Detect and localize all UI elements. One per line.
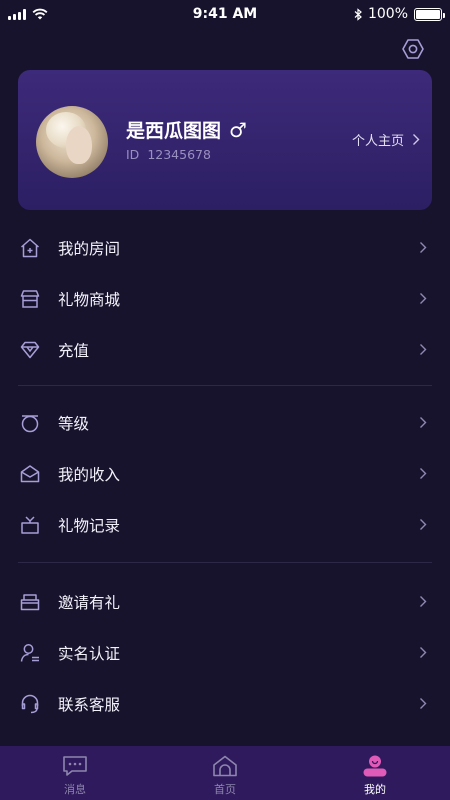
profile-name-row: 是西瓜图图 ♂ xyxy=(126,116,247,143)
menu-divider xyxy=(18,562,432,563)
profile-card[interactable]: 是西瓜图图 ♂ ID 12345678 个人主页 xyxy=(18,70,432,210)
menu-label: 等级 xyxy=(58,414,90,433)
chevron-right-icon xyxy=(418,697,428,711)
tab-messages[interactable]: 消息 xyxy=(0,746,150,800)
menu-label: 我的房间 xyxy=(58,239,121,258)
tab-home[interactable]: 首页 xyxy=(150,746,300,800)
chevron-right-icon xyxy=(418,343,428,357)
avatar-face xyxy=(66,126,92,164)
envelope-icon xyxy=(18,462,42,486)
chevron-right-icon xyxy=(418,646,428,660)
menu-item-my-room[interactable]: 我的房间 xyxy=(0,222,450,273)
menu-group-stats: 等级 我的收入 礼物记录 xyxy=(0,397,450,550)
invite-icon xyxy=(18,590,42,614)
profile-name: 是西瓜图图 xyxy=(126,120,222,142)
menu-item-invite[interactable]: 邀请有礼 xyxy=(0,576,450,627)
settings-button[interactable] xyxy=(400,36,426,62)
menu-item-recharge[interactable]: 充值 xyxy=(0,324,450,375)
settings-icon xyxy=(402,39,424,59)
gender-icon: ♂ xyxy=(229,117,247,142)
wifi-icon xyxy=(32,8,48,20)
profile-icon xyxy=(363,755,387,777)
chevron-right-icon xyxy=(413,134,420,145)
gift-icon xyxy=(18,513,42,537)
chevron-right-icon xyxy=(418,292,428,306)
chevron-right-icon xyxy=(418,595,428,609)
status-bar: 9:41 AM 100% xyxy=(0,0,450,28)
profile-id-value: 12345678 xyxy=(147,147,211,162)
status-left xyxy=(8,8,128,20)
chevron-right-icon xyxy=(418,416,428,430)
chevron-right-icon xyxy=(418,241,428,255)
menu-item-my-income[interactable]: 我的收入 xyxy=(0,448,450,499)
tab-label: 首页 xyxy=(214,783,236,796)
status-time: 9:41 AM xyxy=(192,6,258,22)
message-icon xyxy=(63,756,87,776)
menu-item-level[interactable]: 等级 xyxy=(0,397,450,448)
level-icon xyxy=(18,411,42,435)
user-verify-icon xyxy=(18,641,42,665)
signal-icon xyxy=(8,8,26,20)
status-right: 100% xyxy=(322,6,445,22)
chevron-right-icon xyxy=(418,467,428,481)
homepage-label: 个人主页 xyxy=(351,134,404,149)
battery-percent: 100% xyxy=(367,6,408,22)
avatar[interactable] xyxy=(36,106,108,178)
menu-label: 邀请有礼 xyxy=(58,593,121,612)
diamond-icon xyxy=(18,338,42,362)
tab-label: 我的 xyxy=(364,783,386,796)
profile-id-row: ID 12345678 xyxy=(126,147,211,162)
menu-label: 联系客服 xyxy=(58,695,121,714)
menu-label: 实名认证 xyxy=(58,644,121,663)
menu-group-account: 我的房间 礼物商城 充值 xyxy=(0,222,450,375)
menu-group-services: 邀请有礼 实名认证 联系客服 xyxy=(0,576,450,729)
chevron-right-icon xyxy=(418,518,428,532)
home-icon xyxy=(213,755,237,777)
house-icon xyxy=(18,236,42,260)
store-icon xyxy=(18,287,42,311)
battery-fill xyxy=(416,9,440,19)
menu-label: 充值 xyxy=(58,341,90,360)
homepage-link[interactable]: 个人主页 xyxy=(352,130,420,149)
menu-divider xyxy=(18,385,432,386)
profile-id-label: ID xyxy=(126,147,140,162)
tab-bar: 消息 首页 我的 xyxy=(0,746,450,800)
tab-mine[interactable]: 我的 xyxy=(300,746,450,800)
menu-label: 我的收入 xyxy=(58,465,121,484)
menu-label: 礼物记录 xyxy=(58,516,121,535)
headset-icon xyxy=(18,692,42,716)
menu-label: 礼物商城 xyxy=(58,290,121,309)
tab-label: 消息 xyxy=(64,783,86,796)
menu-item-gift-store[interactable]: 礼物商城 xyxy=(0,273,450,324)
menu-item-gift-records[interactable]: 礼物记录 xyxy=(0,499,450,550)
menu-item-real-name[interactable]: 实名认证 xyxy=(0,627,450,678)
menu-item-customer-service[interactable]: 联系客服 xyxy=(0,678,450,729)
battery-icon xyxy=(414,7,445,21)
bluetooth-icon xyxy=(354,7,362,21)
